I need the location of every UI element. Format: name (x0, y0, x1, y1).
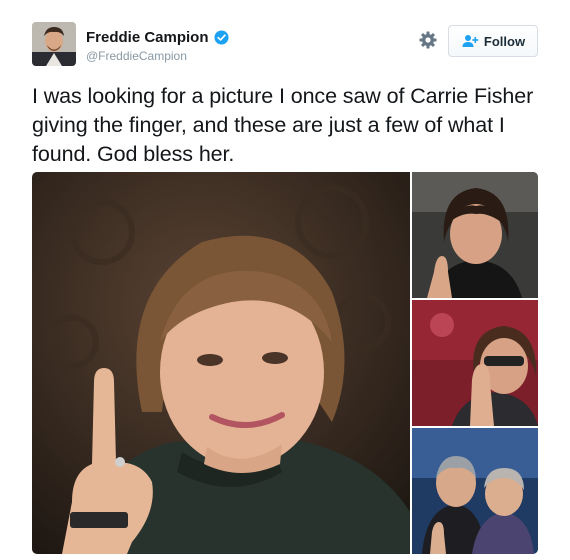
follow-button[interactable]: Follow (448, 25, 538, 57)
verified-badge-icon (213, 30, 229, 45)
tweet-header: Freddie Campion @FreddieCampion Follow (32, 22, 538, 70)
avatar[interactable] (32, 22, 76, 66)
media-photo-2[interactable] (412, 172, 538, 298)
tweet-text: I was looking for a picture I once saw o… (32, 84, 534, 166)
media-grid (32, 172, 538, 554)
media-photo-4[interactable] (412, 428, 538, 554)
author-handle[interactable]: @FreddieCampion (86, 49, 229, 63)
author-block: Freddie Campion @FreddieCampion (86, 29, 229, 63)
gear-icon[interactable] (418, 30, 438, 50)
author-name-row[interactable]: Freddie Campion (86, 29, 229, 46)
media-photo-1[interactable] (32, 172, 410, 554)
author-display-name[interactable]: Freddie Campion (86, 29, 209, 46)
add-user-icon (461, 34, 479, 48)
media-photo-3[interactable] (412, 300, 538, 426)
follow-button-label: Follow (483, 33, 526, 49)
